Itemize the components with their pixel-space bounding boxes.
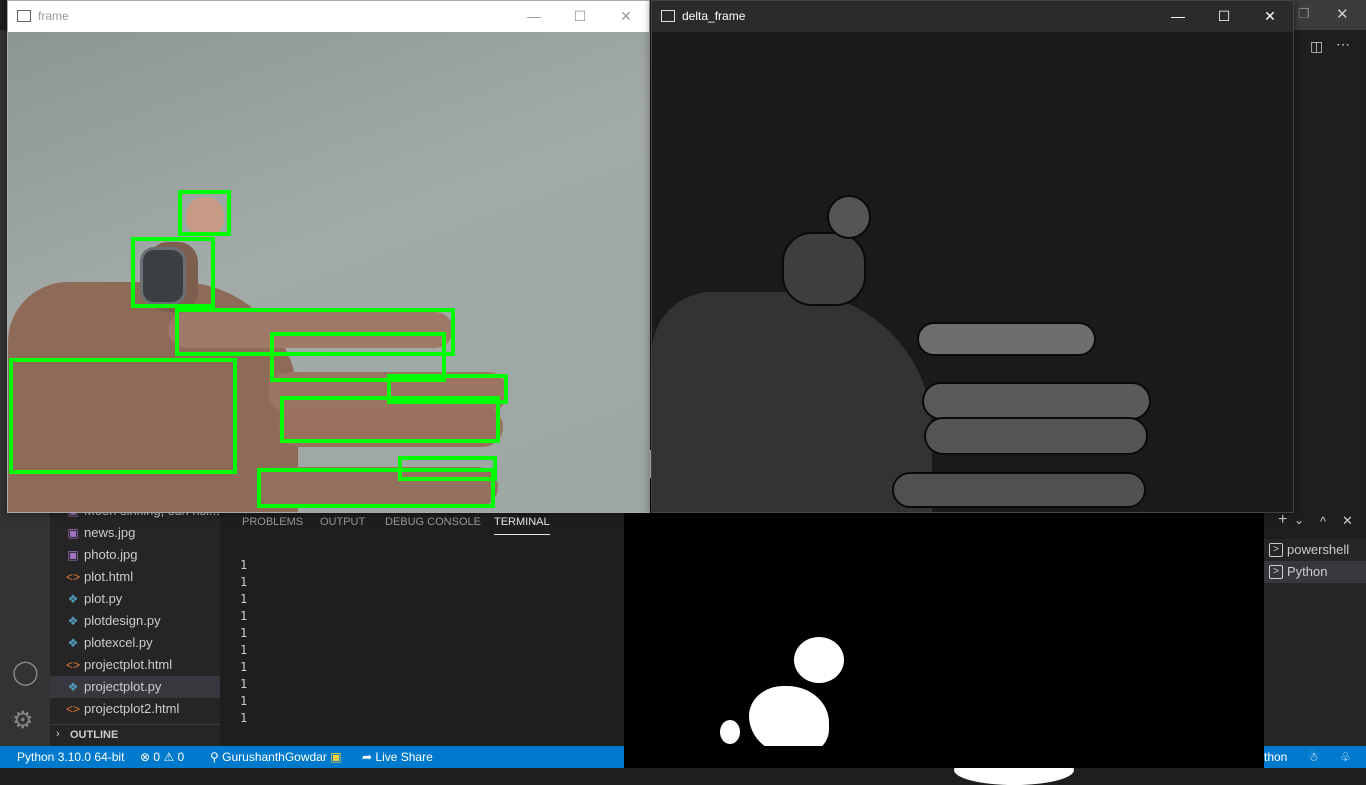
delta-frame bbox=[652, 32, 1293, 512]
terminal-list: > powershell > Python bbox=[1264, 539, 1366, 746]
close-icon[interactable]: ✕ bbox=[1336, 5, 1349, 23]
add-terminal-icon[interactable]: + bbox=[1278, 511, 1287, 529]
bell-icon[interactable]: ♧ bbox=[1340, 746, 1351, 768]
delta-finger bbox=[917, 322, 1096, 356]
list-item[interactable]: <> plot.html bbox=[50, 566, 220, 588]
python-file-icon: ❖ bbox=[67, 680, 79, 694]
person-icon: ⚲ bbox=[210, 750, 219, 764]
html-file-icon: <> bbox=[66, 702, 81, 716]
close-panel-icon[interactable]: ✕ bbox=[1342, 513, 1353, 529]
window-titlebar[interactable]: delta_frame — ☐ ✕ bbox=[652, 1, 1293, 31]
terminal-line: 1 bbox=[240, 558, 248, 572]
bottom-panel: PROBLEMS OUTPUT DEBUG CONSOLE TERMINAL 1… bbox=[220, 500, 624, 746]
window-title: frame bbox=[38, 9, 69, 23]
chevron-right-icon: › bbox=[56, 728, 60, 740]
delta-fingertip bbox=[827, 195, 871, 239]
threshold-blob bbox=[794, 637, 844, 683]
maximize-panel-icon[interactable]: ^ bbox=[1320, 514, 1326, 529]
terminal-line: 1 bbox=[240, 677, 248, 691]
more-actions-icon[interactable]: ⋯ bbox=[1336, 36, 1350, 53]
detection-box bbox=[280, 396, 500, 443]
maximize-button[interactable]: ☐ bbox=[557, 1, 603, 31]
detection-box bbox=[131, 237, 215, 308]
python-file-icon: ❖ bbox=[67, 636, 79, 650]
tab-debug-console[interactable]: DEBUG CONSOLE bbox=[385, 516, 481, 528]
lock-icon: ▣ bbox=[330, 750, 342, 764]
list-item[interactable]: <> projectplot2.html bbox=[50, 698, 220, 720]
restore-icon[interactable]: ❐ bbox=[1298, 6, 1310, 22]
list-item[interactable]: <> projectplot.html bbox=[50, 654, 220, 676]
list-item[interactable]: ❖ plot.py bbox=[50, 588, 220, 610]
editor-minimap: ◫ ⋯ bbox=[1292, 30, 1366, 500]
threshold-blob bbox=[720, 720, 740, 744]
terminal-line: 1 bbox=[240, 626, 248, 640]
gear-icon[interactable]: ⚙ bbox=[12, 706, 34, 735]
window-icon bbox=[661, 10, 675, 22]
detection-box bbox=[257, 468, 495, 508]
detection-box bbox=[178, 190, 231, 236]
explorer: ▣ Moon sinking, sun risi... ▣ news.jpg ▣… bbox=[50, 500, 220, 746]
live-share-button[interactable]: ➦ Live Share bbox=[362, 746, 433, 768]
python-interpreter[interactable]: Python 3.10.0 64-bit bbox=[17, 746, 124, 768]
terminal-icon: > bbox=[1269, 543, 1283, 557]
tab-output[interactable]: OUTPUT bbox=[320, 516, 365, 528]
feedback-icon[interactable]: ☃ bbox=[1308, 746, 1319, 768]
status-bar: Python 3.10.0 64-bit ⊗ 0 ⚠ 0 ⚲ Gurushant… bbox=[0, 746, 1366, 768]
problems-indicator[interactable]: ⊗ 0 ⚠ 0 bbox=[140, 746, 184, 768]
html-file-icon: <> bbox=[66, 570, 81, 584]
delta-palm bbox=[652, 292, 932, 512]
html-file-icon: <> bbox=[66, 658, 81, 672]
vscode-titlebar: ❐ ✕ bbox=[1292, 0, 1366, 30]
image-file-icon: ▣ bbox=[67, 526, 79, 540]
terminal-line: 1 bbox=[240, 711, 248, 725]
terminal-entry-powershell[interactable]: > powershell bbox=[1264, 539, 1366, 561]
close-button[interactable]: ✕ bbox=[603, 1, 649, 31]
delta-finger bbox=[924, 417, 1148, 455]
list-item-selected[interactable]: ❖ projectplot.py bbox=[50, 676, 220, 698]
terminal-line: 1 bbox=[240, 643, 248, 657]
detection-box bbox=[9, 358, 237, 474]
terminal-line: 1 bbox=[240, 609, 248, 623]
list-item[interactable]: ▣ news.jpg bbox=[50, 522, 220, 544]
terminal-line: 1 bbox=[240, 592, 248, 606]
terminal-line: 1 bbox=[240, 660, 248, 674]
minimize-button[interactable]: — bbox=[1155, 1, 1201, 31]
delta-finger bbox=[782, 232, 866, 306]
live-share-icon: ➦ bbox=[362, 750, 373, 764]
error-icon: ⊗ bbox=[140, 750, 151, 764]
maximize-button[interactable]: ☐ bbox=[1201, 1, 1247, 31]
list-item[interactable]: ❖ plotdesign.py bbox=[50, 610, 220, 632]
split-editor-icon[interactable]: ◫ bbox=[1310, 38, 1323, 55]
terminal-icon: > bbox=[1269, 565, 1283, 579]
window-titlebar[interactable]: frame — ☐ ✕ bbox=[8, 1, 649, 31]
window-icon bbox=[17, 10, 31, 22]
camera-frame bbox=[8, 32, 649, 512]
list-item[interactable]: ❖ plotexcel.py bbox=[50, 632, 220, 654]
terminal-line: 1 bbox=[240, 575, 248, 589]
delta-frame-window: delta_frame — ☐ ✕ bbox=[651, 0, 1294, 513]
close-button[interactable]: ✕ bbox=[1247, 1, 1293, 31]
tab-terminal[interactable]: TERMINAL bbox=[494, 516, 550, 535]
terminal-entry-python[interactable]: > Python bbox=[1264, 561, 1366, 583]
account-indicator[interactable]: ⚲ GurushanthGowdar ▣ bbox=[210, 746, 342, 768]
warning-icon: ⚠ bbox=[163, 750, 175, 764]
language-mode[interactable]: Python bbox=[1264, 746, 1304, 768]
list-item[interactable]: ▣ photo.jpg bbox=[50, 544, 220, 566]
outline-section-header[interactable]: › OUTLINE bbox=[50, 724, 220, 747]
threshold-overlap bbox=[624, 746, 1264, 768]
delta-finger bbox=[922, 382, 1151, 420]
minimize-button[interactable]: — bbox=[511, 1, 557, 31]
window-title: delta_frame bbox=[682, 9, 746, 23]
terminal-line: 1 bbox=[240, 694, 248, 708]
delta-finger bbox=[892, 472, 1146, 508]
frame-window: frame — ☐ ✕ bbox=[7, 0, 650, 513]
tab-problems[interactable]: PROBLEMS bbox=[242, 516, 303, 528]
python-file-icon: ❖ bbox=[67, 614, 79, 628]
account-icon[interactable]: ◯ bbox=[12, 658, 39, 687]
image-file-icon: ▣ bbox=[67, 548, 79, 562]
chevron-down-icon[interactable]: ⌄ bbox=[1294, 513, 1304, 527]
python-file-icon: ❖ bbox=[67, 592, 79, 606]
